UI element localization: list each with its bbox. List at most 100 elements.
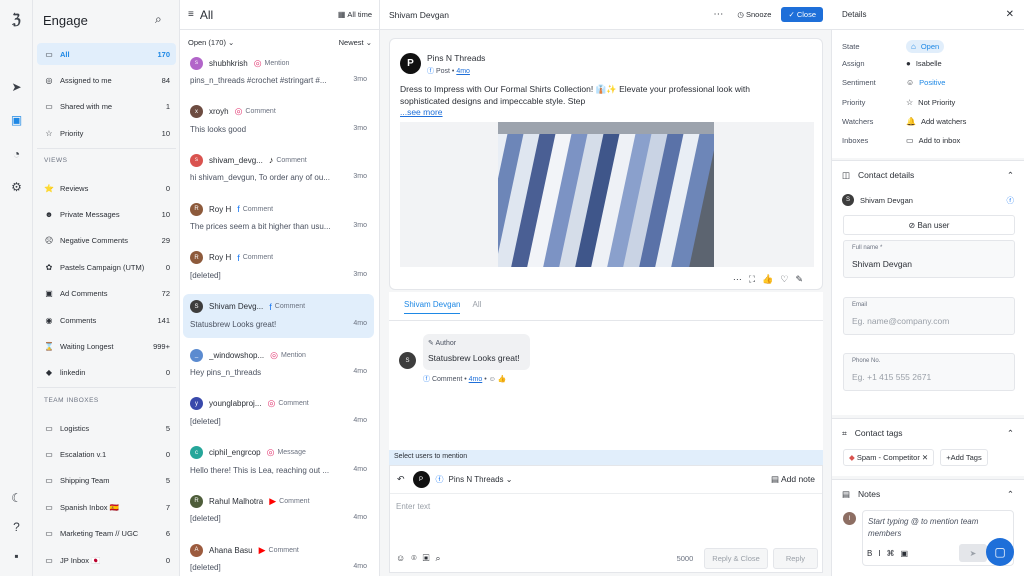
email-field[interactable]: Email Eg. name@company.com	[843, 297, 1015, 335]
sidebar-item-assigned-to-me[interactable]: ◎ Assigned to me 84	[37, 69, 176, 91]
conversation-item[interactable]: A Ahana Basu ▶ Comment [deleted] 4mo	[183, 537, 374, 581]
time-filter[interactable]: All time	[347, 10, 372, 19]
conversation-item[interactable]: R Rahul Malhotra ▶ Comment [deleted] 4mo	[183, 488, 374, 532]
dark-mode-icon[interactable]: ☾	[8, 489, 25, 506]
send-icon[interactable]: ➤	[959, 544, 987, 562]
conversation-name: Roy H	[209, 253, 232, 263]
view-item[interactable]: ☻ Private Messages 10	[37, 203, 176, 225]
close-icon[interactable]: ✕	[1006, 9, 1014, 20]
inbox-icon: ⌂	[911, 42, 916, 51]
sidebar-item-label: Reviews	[60, 183, 89, 193]
team-inbox-item[interactable]: ▭ Shipping Team 5	[37, 470, 176, 492]
sidebar-item-count: 141	[157, 315, 170, 325]
close-button[interactable]: ✓ Close	[781, 7, 823, 22]
detail-row-sentiment[interactable]: Sentiment ☺ Positive	[842, 78, 1017, 87]
reply-input[interactable]: Enter text	[396, 502, 430, 511]
mention-bar[interactable]: Select users to mention	[389, 450, 823, 465]
more-options-icon[interactable]: ⋯	[713, 9, 723, 20]
emoji-icon[interactable]: ☺	[489, 376, 496, 383]
detail-row-state[interactable]: State ⌂ Open	[842, 40, 1017, 53]
reply-mode-icon[interactable]: ↶	[397, 474, 405, 485]
user-icon: ◎	[45, 75, 53, 85]
conversation-item[interactable]: c ciphil_engrcop ◎ Message Hello there! This…	[183, 440, 374, 484]
analytics-icon[interactable]: ◔	[8, 145, 25, 162]
chevron-up-icon[interactable]: ⌃	[1007, 428, 1014, 439]
view-item[interactable]: ◉ Comments 141	[37, 309, 176, 331]
post-actions[interactable]: ⋯⛶👍♡✎	[733, 274, 810, 285]
tab-all[interactable]: All	[472, 300, 481, 314]
reply-button[interactable]: Reply	[772, 548, 818, 569]
detail-row-assign[interactable]: Assign ● Isabelle	[842, 59, 1017, 68]
phone-field[interactable]: Phone No. Eg. +1 415 555 2671	[843, 353, 1015, 391]
sidebar-item-shared-with-me[interactable]: ▭ Shared with me 1	[37, 96, 176, 118]
full-name-field[interactable]: Full name * Shivam Devgan	[843, 240, 1015, 278]
conversation-item[interactable]: _ _windowshop... ◎ Mention Hey pins_n_thread…	[183, 342, 374, 386]
workspace-icon[interactable]: ▪	[8, 547, 25, 564]
like-icon[interactable]: 👍	[498, 376, 507, 383]
view-item[interactable]: ✿ Pastels Campaign (UTM) 0	[37, 256, 176, 278]
format-toolbar[interactable]: BI⌘▣	[867, 549, 914, 558]
engage-icon[interactable]: ▣	[8, 111, 25, 128]
view-item[interactable]: ⌛ Waiting Longest 999+	[37, 335, 176, 357]
conversation-name: younglabproj...	[209, 399, 262, 409]
see-more-link[interactable]: ...see more	[400, 107, 443, 117]
team-inbox-item[interactable]: ▭ Logistics 5	[37, 417, 176, 439]
account-selector[interactable]: Pins N Threads ⌄	[449, 475, 771, 484]
search-icon[interactable]: ⌕	[155, 12, 162, 27]
conversation-item[interactable]: x xroyh ◎ Comment This looks good 3mo	[183, 99, 374, 143]
post-image[interactable]	[400, 122, 814, 267]
tab-contact[interactable]: Shivam Devgan	[404, 300, 461, 314]
view-item[interactable]: ☹ Negative Comments 29	[37, 230, 176, 252]
reply-age-link[interactable]: 4mo	[469, 376, 483, 383]
add-note-button[interactable]: ▤ Add note	[771, 474, 815, 485]
conversation-type: Comment	[245, 108, 276, 116]
reply-bubble: ✎ Author Statusbrew Looks great!	[423, 334, 530, 370]
settings-icon[interactable]: ⚙	[8, 178, 25, 195]
sidebar-item-priority[interactable]: ☆ Priority 10	[37, 122, 176, 144]
sidebar-item-count: 72	[161, 289, 170, 299]
brand-name: Pins N Threads	[427, 53, 486, 63]
conversation-name: Shivam Devg...	[209, 302, 264, 311]
team-inbox-item[interactable]: ▭ Escalation v.1 0	[37, 443, 176, 465]
sidebar-item-count: 0	[165, 262, 170, 272]
conversation-item[interactable]: R Roy H f Comment The prices seem a bit high…	[183, 196, 374, 240]
add-tags-button[interactable]: +Add Tags	[940, 449, 988, 466]
publish-icon[interactable]: ➤	[8, 78, 25, 95]
reply-text: Statusbrew Looks great!	[428, 353, 520, 363]
inbox-icon: ▭	[45, 423, 53, 433]
sidebar-item-all[interactable]: ▭ All 170	[37, 43, 176, 65]
conversation-item[interactable]: s shubhkrish ◎ Mention pins_n_threads #croch…	[183, 50, 374, 94]
team-inbox-item[interactable]: ▭ Spanish Inbox 🇪🇸 7	[37, 496, 176, 518]
composer-tools[interactable]: ☺⌾▣⌕	[396, 553, 677, 564]
post-age-link[interactable]: 4mo	[456, 68, 470, 75]
detail-row-priority[interactable]: Priority ☆ Not Priority	[842, 98, 1017, 107]
facebook-icon: ⓕ	[1006, 195, 1015, 205]
tag-chip[interactable]: ◆ Spam - Competitor ✕	[843, 449, 935, 466]
chat-launcher-icon[interactable]: ▢	[986, 538, 1014, 566]
conversation-item[interactable]: y younglabproj... ◎ Comment [deleted] 4mo	[183, 391, 374, 435]
team-inbox-item[interactable]: ▭ Marketing Team // UGC 6	[37, 523, 176, 545]
conversation-preview: [deleted]	[190, 563, 221, 572]
snooze-button[interactable]: ◷ Snooze	[737, 10, 771, 19]
view-item[interactable]: ⭐ Reviews 0	[37, 177, 176, 199]
conversation-type: Comment	[242, 205, 274, 213]
chevron-up-icon[interactable]: ⌃	[1007, 170, 1014, 181]
detail-row-watchers[interactable]: Watchers 🔔 Add watchers	[842, 117, 1017, 126]
view-item[interactable]: ◆ linkedin 0	[37, 362, 176, 384]
menu-icon[interactable]: ≡	[188, 9, 194, 20]
logo-icon[interactable]: ℨ	[8, 11, 25, 28]
conversation-item[interactable]: S Shivam Devg... f Comment Statusbrew Looks …	[183, 293, 374, 338]
reply-close-button[interactable]: Reply & Close	[704, 548, 768, 569]
help-icon[interactable]: ?	[8, 518, 25, 535]
conversation-item[interactable]: R Roy H f Comment [deleted] 3mo	[183, 245, 374, 289]
ban-user-button[interactable]: ⊘ Ban user	[843, 215, 1015, 235]
chevron-up-icon[interactable]: ⌃	[1007, 489, 1014, 500]
conversation-item[interactable]: s shivam_devg... ♪ Comment hi shivam_devgun,…	[183, 147, 374, 191]
sort-dropdown[interactable]: Newest ⌄	[339, 38, 372, 47]
sidebar-item-label: Assigned to me	[60, 75, 112, 85]
view-item[interactable]: ▣ Ad Comments 72	[37, 283, 176, 305]
detail-row-inboxes[interactable]: Inboxes ▭ Add to inbox	[842, 136, 1017, 145]
status-filter[interactable]: Open (170) ⌄	[188, 38, 234, 47]
pen-icon: ✎	[428, 340, 434, 347]
team-inbox-item[interactable]: ▭ JP Inbox 🇯🇵 0	[37, 549, 176, 571]
